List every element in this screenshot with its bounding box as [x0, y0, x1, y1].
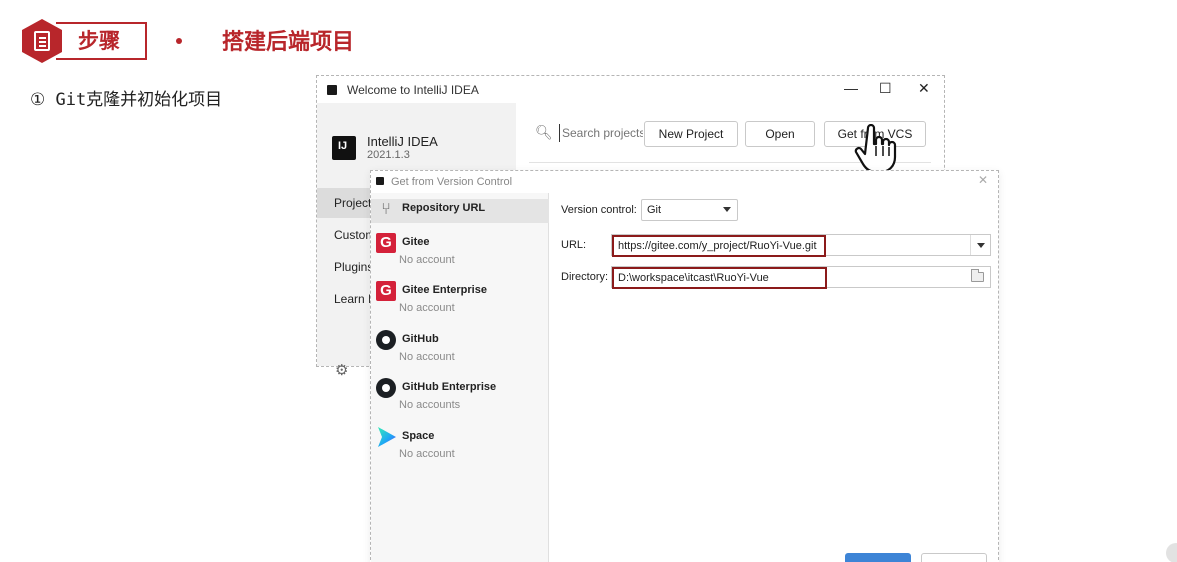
corner-decoration	[1166, 543, 1177, 562]
directory-label: Directory:	[561, 271, 609, 283]
source-status: No account	[399, 351, 455, 363]
directory-input[interactable]: D:\workspace\itcast\RuoYi-Vue	[612, 267, 827, 289]
source-repository-url[interactable]: ⑂ Repository URL	[371, 199, 549, 223]
document-icon	[34, 31, 50, 51]
directory-field[interactable]: D:\workspace\itcast\RuoYi-Vue	[611, 266, 991, 289]
substep-text: ① Git克隆并初始化项目	[30, 90, 223, 110]
welcome-title: Welcome to IntelliJ IDEA	[347, 83, 479, 97]
github-icon	[376, 378, 396, 398]
source-status: No account	[399, 302, 455, 314]
version-control-value: Git	[647, 204, 662, 216]
source-name: GitHub Enterprise	[402, 381, 497, 393]
source-name: Space	[402, 430, 435, 442]
source-status: No account	[399, 254, 455, 266]
fork-icon: ⑂	[381, 199, 391, 218]
close-button[interactable]: ✕	[918, 80, 930, 97]
hand-cursor-icon	[854, 124, 897, 174]
source-name: Gitee Enterprise	[402, 284, 487, 296]
github-icon	[376, 330, 396, 350]
search-icon: 🔍︎	[535, 124, 553, 140]
step-label: 步骤	[56, 22, 147, 60]
chevron-down-icon	[723, 207, 731, 212]
minimize-button[interactable]: —	[844, 80, 858, 96]
vcs-source-list: ⑂ Repository URL G Gitee No account G Gi…	[371, 193, 549, 562]
welcome-titlebar: Welcome to IntelliJ IDEA — ☐ ✕	[317, 76, 944, 103]
chevron-down-icon[interactable]	[970, 235, 990, 255]
intellij-icon	[325, 83, 339, 97]
vcs-dialog: Get from Version Control ✕ ⑂ Repository …	[370, 170, 999, 562]
source-status: No account	[399, 448, 455, 460]
source-github[interactable]: GitHub No account	[371, 330, 549, 370]
folder-icon[interactable]	[971, 269, 984, 282]
source-status: No accounts	[399, 399, 461, 411]
slide-title: 搭建后端项目	[222, 30, 355, 55]
search-input[interactable]	[559, 124, 643, 142]
open-button[interactable]: Open	[745, 121, 815, 147]
url-label: URL:	[561, 239, 587, 251]
source-gitee[interactable]: G Gitee No account	[371, 233, 549, 273]
gear-icon[interactable]: ⚙	[335, 361, 348, 379]
source-name: Repository URL	[402, 202, 486, 214]
version-control-label: Version control:	[561, 204, 637, 216]
gitee-icon: G	[376, 281, 396, 301]
clone-button[interactable]	[845, 553, 911, 562]
source-gitee-enterprise[interactable]: G Gitee Enterprise No account	[371, 281, 549, 321]
product-name: IntelliJ IDEA	[367, 134, 438, 149]
vcs-titlebar: Get from Version Control ✕	[371, 171, 998, 193]
intellij-logo-icon: IJ	[329, 133, 359, 163]
cancel-button[interactable]	[921, 553, 987, 562]
product-version: 2021.1.3	[367, 149, 410, 161]
bullet-dot	[176, 38, 182, 44]
source-name: GitHub	[402, 333, 439, 345]
source-name: Gitee	[402, 236, 430, 248]
vcs-title: Get from Version Control	[391, 176, 513, 188]
version-control-select[interactable]: Git	[641, 199, 738, 221]
source-space[interactable]: Space No account	[371, 427, 549, 467]
source-github-enterprise[interactable]: GitHub Enterprise No accounts	[371, 378, 549, 418]
url-input[interactable]: https://gitee.com/y_project/RuoYi-Vue.gi…	[612, 235, 826, 257]
url-field[interactable]: https://gitee.com/y_project/RuoYi-Vue.gi…	[611, 234, 991, 257]
gitee-icon: G	[376, 233, 396, 253]
maximize-button[interactable]: ☐	[879, 80, 892, 97]
new-project-button[interactable]: New Project	[644, 121, 738, 147]
intellij-icon	[374, 175, 388, 189]
space-icon	[378, 427, 396, 447]
close-icon[interactable]: ✕	[978, 173, 988, 187]
